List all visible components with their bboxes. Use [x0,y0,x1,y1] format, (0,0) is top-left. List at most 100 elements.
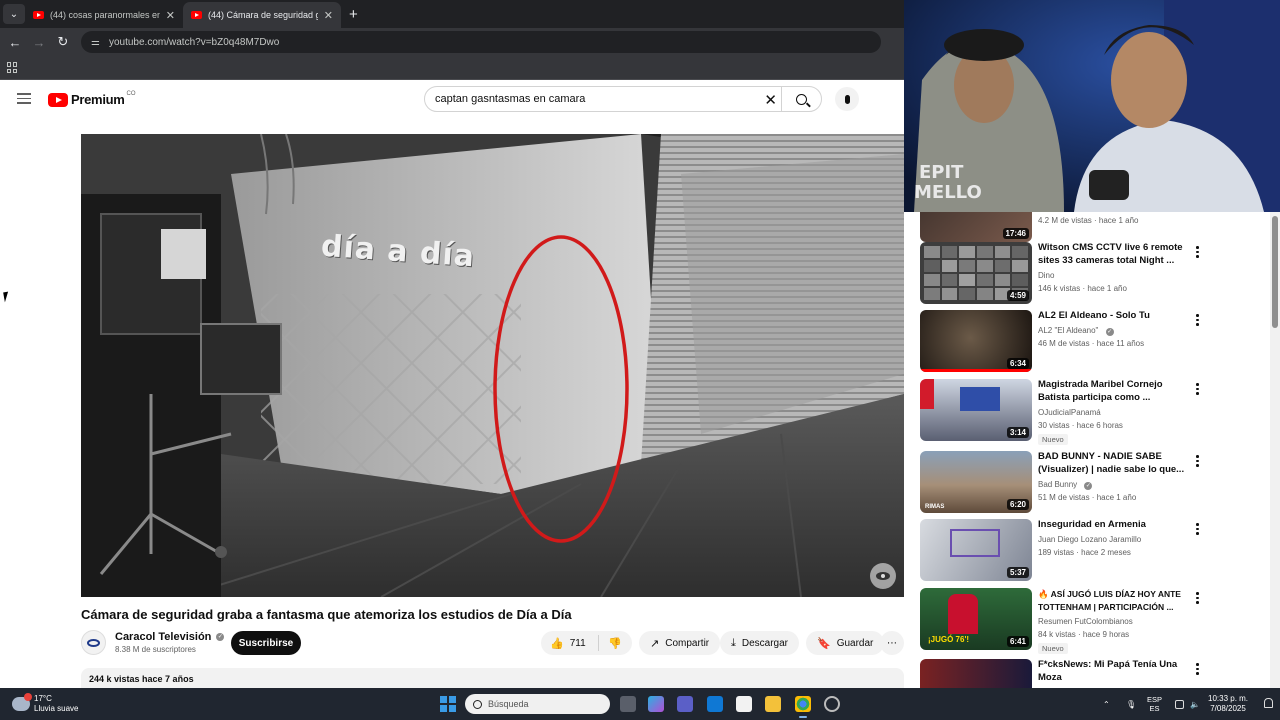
more-options-icon[interactable] [1196,455,1199,469]
share-button[interactable]: ↗ Compartir [639,631,721,655]
youtube-logo[interactable]: Premium CO [48,91,136,107]
video-title: AL2 El Aldeano - Solo Tu [1038,310,1150,321]
language-indicator[interactable]: ESP ES [1147,695,1162,713]
tab-1[interactable]: (44) cosas paranormales en fus ✕ [25,2,183,28]
taskbar-search[interactable]: Búsqueda [465,694,610,714]
tab-search-button[interactable]: ⌄ [3,4,25,24]
more-options-icon[interactable] [1196,592,1199,606]
copilot-icon[interactable] [648,696,664,712]
save-button[interactable]: 🔖 Guardar [806,631,885,655]
windows-icon[interactable] [440,696,456,712]
search-box: ✕ [424,86,822,112]
channel-name[interactable]: Caracol Televisión [115,631,211,643]
forward-icon[interactable]: → [27,35,51,50]
video-meta: 46 M de vistas · hace 11 años [1038,339,1145,348]
youtube-logo-icon [48,92,68,107]
more-options-icon[interactable] [1196,383,1199,397]
dislike-button[interactable]: 👎 [599,637,622,650]
video-thumbnail[interactable]: 17:46 [920,212,1032,242]
network-icon[interactable] [1175,688,1184,720]
notifications-icon[interactable] [1264,698,1273,708]
menu-icon[interactable] [17,93,31,107]
clock[interactable]: 10:33 p. m. 7/08/2025 [1208,694,1248,714]
back-icon[interactable]: ← [3,35,27,50]
like-dislike-group: 👍 711 👎 [541,631,632,655]
search-button[interactable] [781,87,821,111]
tab-close-icon[interactable]: ✕ [324,9,333,22]
verified-icon: ✓ [1105,328,1114,336]
apps-grid-icon[interactable] [7,62,18,73]
logo-text: Premium [71,92,125,107]
share-wrap: ↗ Compartir [639,631,721,655]
more-options-icon[interactable] [1196,663,1199,677]
more-options-icon[interactable] [1196,314,1199,328]
views-date: 244 k vistas hace 7 años [89,674,194,684]
browser-toolbar: ← → ↻ ⚌ youtube.com/watch?v=bZ0q48M7Dwo [0,28,904,56]
app-icon[interactable] [824,696,840,712]
channel-name: AL2 "El Aldeano" ✓ [1038,326,1114,336]
download-label: Descargar [741,637,789,649]
tab-strip: ⌄ (44) cosas paranormales en fus ✕ (44) … [0,0,904,28]
related-videos: 17:46 4.2 M de vistas · hace 1 año 4:59 … [904,212,1280,688]
video-title: Inseguridad en Armenia [1038,519,1146,530]
file-explorer-icon[interactable] [765,696,781,712]
channel-name: Juan Diego Lozano Jaramillo [1038,535,1142,544]
volume-icon[interactable]: 🔈 [1190,688,1200,720]
video-thumbnail[interactable]: 3:14 [920,379,1032,441]
video-title: 🔥 ASÍ JUGÓ LUIS DÍAZ HOY ANTE TOTTENHAM … [1038,589,1181,612]
search-input[interactable] [435,93,755,105]
clear-icon[interactable]: ✕ [764,91,777,109]
address-bar[interactable]: ⚌ youtube.com/watch?v=bZ0q48M7Dwo [81,31,881,53]
chrome-icon[interactable] [795,696,811,718]
store-icon[interactable] [736,696,752,712]
weather-widget[interactable]: 17°C Lluvia suave [12,693,78,714]
channel-name: Resumen FutColombianos [1038,617,1133,626]
video-duration: 5:37 [1006,567,1029,578]
video-duration: 17:46 [1002,228,1029,239]
save-icon: 🔖 [817,637,831,650]
youtube-favicon-icon [191,11,202,19]
video-thumbnail[interactable]: 6:34 [920,310,1032,372]
tab-2[interactable]: (44) Cámara de seguridad grab ✕ [183,2,341,28]
download-button[interactable]: ⤓ Descargar [720,631,800,655]
lang-1: ESP [1147,695,1163,704]
more-options-icon[interactable] [1196,523,1199,537]
new-tab-icon[interactable]: + [349,6,358,23]
time: 10:33 p. m. [1208,694,1249,703]
video-title: Magistrada Maribel Cornejo Batista parti… [1038,379,1163,403]
subscribe-button[interactable]: Suscribirse [231,631,301,655]
site-info-icon[interactable]: ⚌ [91,37,100,48]
reload-icon[interactable]: ↻ [51,34,75,50]
mic-tray-icon[interactable]: 🎙 [1126,688,1136,720]
video-title: Witson CMS CCTV live 6 remote sites 33 c… [1038,242,1183,266]
video-thumbnail[interactable]: RIMAS 6:20 [920,451,1032,513]
more-button[interactable]: ⋯ [880,631,904,655]
video-thumbnail[interactable]: 4:59 [920,242,1032,304]
video-thumbnail[interactable] [920,659,1032,688]
teams-icon[interactable] [677,696,693,712]
scrollbar-thumb[interactable] [1272,216,1278,328]
video-title: BAD BUNNY - NADIE SABE (Visualizer) | na… [1038,451,1185,475]
voice-search-button[interactable] [835,87,859,111]
search-icon [473,699,482,709]
video-thumbnail[interactable]: ¡JUGÓ 76'! 6:41 [920,588,1032,650]
outlook-icon[interactable] [707,696,723,712]
video-player[interactable]: día a día [81,134,904,597]
channel-avatar[interactable] [81,630,106,655]
video-thumbnail[interactable]: 5:37 [920,519,1032,581]
scrollbar[interactable] [1270,212,1280,688]
like-icon: 👍 [550,637,564,650]
windows-taskbar: 17°C Lluvia suave Búsqueda ⌃ 🎙 ESP ES 🔈 … [0,688,1280,720]
share-icon: ↗ [650,637,660,650]
more-options-icon[interactable] [1196,246,1199,260]
channel-info: Caracol Televisión ✓ 8.38 M de suscriptor… [81,630,225,655]
temperature: 17°C [34,694,52,703]
dislike-icon: 👎 [608,637,622,650]
video-meta: 146 k vistas · hace 1 año [1038,284,1127,293]
task-view-icon[interactable] [620,696,636,712]
tab-close-icon[interactable]: ✕ [166,9,175,22]
like-button[interactable]: 👍 711 [541,635,599,651]
date: 7/08/2025 [1210,704,1246,713]
tray-chevron-icon[interactable]: ⌃ [1103,688,1110,720]
ambient-icon[interactable] [870,563,896,589]
